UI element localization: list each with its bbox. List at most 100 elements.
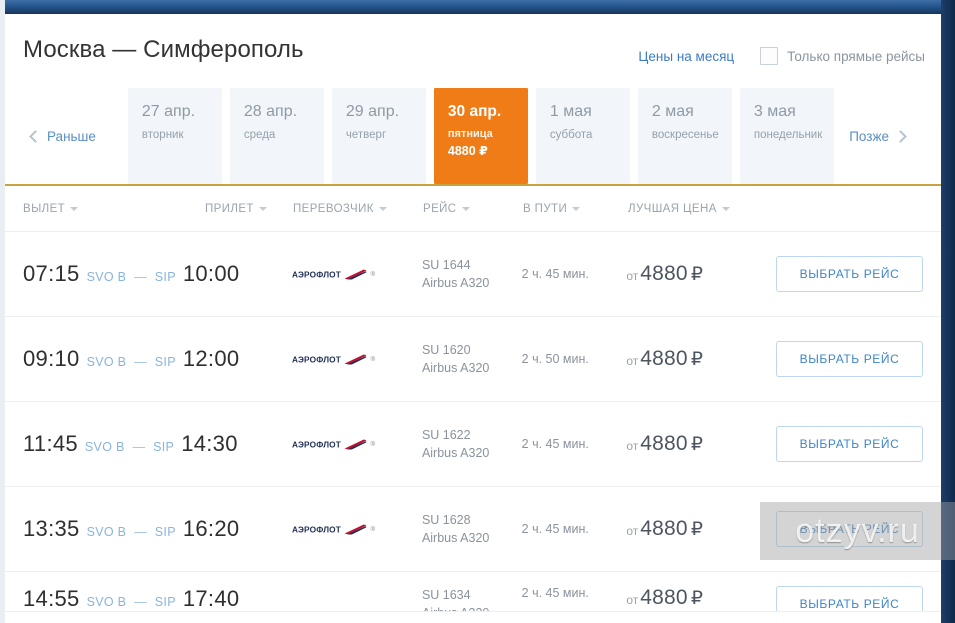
flight-cell: SU 1622 Airbus A320 xyxy=(422,426,522,462)
departure-time: 13:35 xyxy=(23,516,80,541)
date-tab-weekday: пятница xyxy=(447,128,493,141)
carrier-cell: АЭРОФЛОТ ® xyxy=(292,523,422,536)
chevron-down-icon xyxy=(378,206,387,211)
date-tab-4[interactable]: 1 мая суббота xyxy=(535,88,630,184)
page-title: Москва — Симферополь xyxy=(23,36,304,63)
month-prices-link[interactable]: Цены на месяц xyxy=(638,49,734,64)
price-prefix: от xyxy=(626,439,639,453)
table-row[interactable]: 13:35 SVO B — SIP 16:20 АЭРОФЛОТ ® SU 16… xyxy=(5,487,941,572)
price-prefix: от xyxy=(626,524,639,538)
arrival-airport: SIP xyxy=(154,595,176,609)
arrival-time: 14:30 xyxy=(181,431,238,456)
arrival-airport: SIP xyxy=(154,525,176,539)
direct-flights-checkbox[interactable]: Только прямые рейсы xyxy=(760,47,925,65)
arrival-airport: SIP xyxy=(154,355,176,369)
logo-superscript: ® xyxy=(370,525,376,533)
date-tab-weekday: среда xyxy=(243,129,276,141)
chevron-down-icon xyxy=(461,206,470,211)
browser-chrome-top xyxy=(0,0,955,14)
date-tab-date: 30 апр. xyxy=(447,103,502,120)
flight-number: SU 1644 xyxy=(421,257,471,272)
date-tab-3-selected[interactable]: 30 апр. пятница 4880 ₽ xyxy=(433,88,528,184)
departure-airport: SVO B xyxy=(86,595,127,609)
date-tab-0[interactable]: 27 апр. вторник xyxy=(127,88,222,184)
price-amount: 4880 xyxy=(640,586,688,609)
arrival-time: 12:00 xyxy=(182,346,240,371)
price-amount: 4880 xyxy=(640,347,688,370)
price-amount: 4880 xyxy=(640,517,688,540)
select-flight-button[interactable]: ВЫБРАТЬ РЕЙС xyxy=(776,341,923,377)
chevron-down-icon xyxy=(70,206,79,211)
price-prefix: от xyxy=(626,593,639,607)
date-tab-6[interactable]: 3 мая понедельник xyxy=(739,88,834,184)
column-header-departure[interactable]: ВЫЛЕТ xyxy=(23,203,205,215)
date-tab-5[interactable]: 2 мая воскресенье xyxy=(637,88,732,184)
aeroflot-wordmark: АЭРОФЛОТ xyxy=(292,354,342,364)
chevron-down-icon xyxy=(572,206,581,211)
aeroflot-wing-icon xyxy=(344,353,368,365)
departure-airport: SVO B xyxy=(86,525,127,539)
aircraft-type: Airbus A320 xyxy=(421,531,490,545)
table-row[interactable]: 14:55 SVO B — SIP 17:40 SU 1634 Airbus A… xyxy=(5,572,941,612)
select-flight-button[interactable]: ВЫБРАТЬ РЕЙС xyxy=(776,511,923,547)
flight-times: 13:35 SVO B — SIP 16:20 xyxy=(23,516,292,542)
flight-times: 11:45 SVO B — SIP 14:30 xyxy=(23,431,292,457)
date-tabs: 27 апр. вторник 28 апр. среда 29 апр. че… xyxy=(127,88,834,184)
price-cell: от4880 ₽ xyxy=(626,432,776,456)
table-row[interactable]: 07:15 SVO B — SIP 10:00 АЭРОФЛОТ ® SU 16… xyxy=(5,232,941,317)
currency-symbol: ₽ xyxy=(690,434,703,455)
aeroflot-logo-icon: АЭРОФЛОТ ® xyxy=(292,268,411,280)
select-flight-button[interactable]: ВЫБРАТЬ РЕЙС xyxy=(776,256,923,292)
column-label: РЕЙС xyxy=(423,202,457,215)
aeroflot-wordmark: АЭРОФЛОТ xyxy=(292,524,342,534)
column-header-arrival[interactable]: ПРИЛЕТ xyxy=(205,203,293,215)
action-cell: ВЫБРАТЬ РЕЙС xyxy=(776,256,923,292)
duration-value: 2 ч. 45 мин. xyxy=(521,267,589,281)
date-tab-weekday: понедельник xyxy=(753,129,823,141)
column-header-carrier[interactable]: ПЕРЕВОЗЧИК xyxy=(293,203,423,215)
price-cell: от4880 ₽ xyxy=(626,347,776,371)
currency-symbol: ₽ xyxy=(690,349,703,370)
date-tab-date: 27 апр. xyxy=(141,103,196,120)
departure-airport: SVO B xyxy=(86,270,127,284)
route-dash: — xyxy=(134,270,147,284)
date-tab-date: 3 мая xyxy=(753,103,796,120)
column-header-duration[interactable]: В ПУТИ xyxy=(523,203,628,215)
table-row[interactable]: 09:10 SVO B — SIP 12:00 АЭРОФЛОТ ® SU 16… xyxy=(5,317,941,402)
currency-symbol: ₽ xyxy=(690,588,703,609)
flight-times: 07:15 SVO B — SIP 10:00 xyxy=(23,261,292,287)
date-tab-weekday: вторник xyxy=(141,129,184,141)
departure-airport: SVO B xyxy=(86,355,127,369)
departure-time: 09:10 xyxy=(23,346,80,371)
later-dates-button[interactable]: Позже xyxy=(839,129,915,144)
aircraft-type: Airbus A320 xyxy=(422,604,522,611)
date-tab-2[interactable]: 29 апр. четверг xyxy=(331,88,426,184)
aircraft-type: Airbus A320 xyxy=(421,361,490,375)
arrival-airport: SIP xyxy=(154,270,176,284)
header-controls: Цены на месяц Только прямые рейсы xyxy=(638,47,925,65)
date-tab-date: 29 апр. xyxy=(345,103,400,120)
select-flight-button[interactable]: ВЫБРАТЬ РЕЙС xyxy=(776,586,923,611)
checkbox-box[interactable] xyxy=(760,47,779,65)
date-tab-1[interactable]: 28 апр. среда xyxy=(229,88,324,184)
logo-superscript: ® xyxy=(370,440,376,448)
price-amount: 4880 xyxy=(640,262,688,285)
aeroflot-logo-icon: АЭРОФЛОТ ® xyxy=(292,438,411,450)
earlier-dates-button[interactable]: Раньше xyxy=(21,129,106,144)
later-label: Позже xyxy=(849,128,889,144)
earlier-label: Раньше xyxy=(47,128,96,144)
direct-flights-label: Только прямые рейсы xyxy=(787,48,925,64)
column-header-flight[interactable]: РЕЙС xyxy=(423,203,523,215)
column-label: ПЕРЕВОЗЧИК xyxy=(293,202,374,215)
carrier-cell: АЭРОФЛОТ ® xyxy=(292,438,422,451)
column-header-best-price[interactable]: ЛУЧШАЯ ЦЕНА xyxy=(628,203,778,215)
route-dash: — xyxy=(134,525,147,539)
route-dash: — xyxy=(134,355,147,369)
chevron-right-icon xyxy=(894,129,907,143)
date-tab-date: 28 апр. xyxy=(243,103,298,120)
table-row[interactable]: 11:45 SVO B — SIP 14:30 АЭРОФЛОТ ® SU 16… xyxy=(5,402,941,487)
column-label: ВЫЛЕТ xyxy=(23,202,66,215)
route-dash: — xyxy=(132,440,146,454)
flight-cell: SU 1644 Airbus A320 xyxy=(422,256,522,292)
select-flight-button[interactable]: ВЫБРАТЬ РЕЙС xyxy=(776,426,923,462)
